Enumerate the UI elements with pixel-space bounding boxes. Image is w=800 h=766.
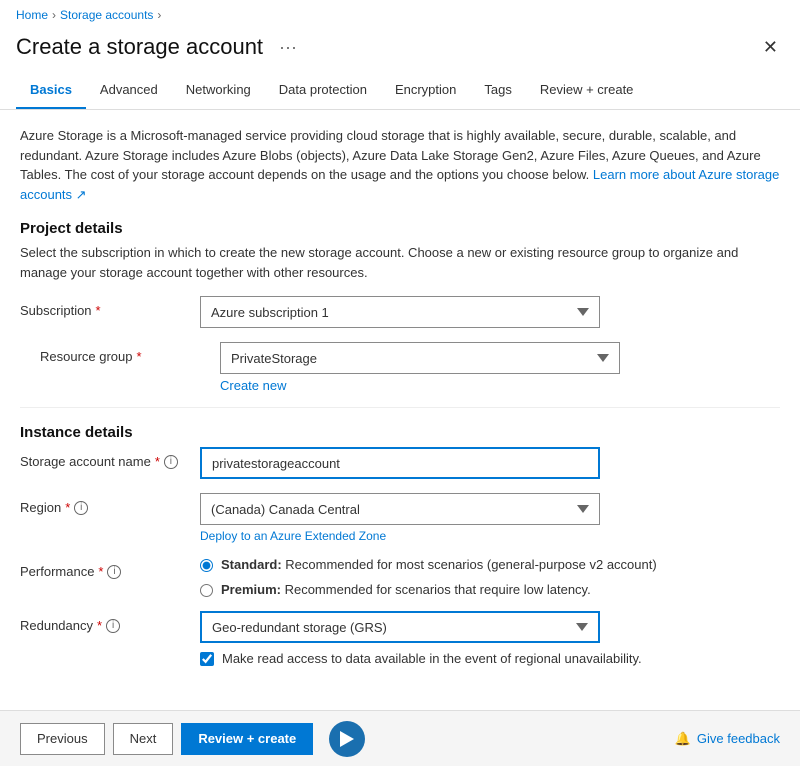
performance-row: Performance * i Standard: Recommended fo… xyxy=(20,557,780,597)
feedback-icon: 🔔 xyxy=(675,731,691,747)
review-create-button[interactable]: Review + create xyxy=(181,723,313,755)
breadcrumb-sep2: › xyxy=(157,8,161,22)
deploy-link[interactable]: Deploy to an Azure Extended Zone xyxy=(200,529,780,543)
tab-review-create[interactable]: Review + create xyxy=(526,72,648,109)
page-title: Create a storage account xyxy=(16,34,263,60)
breadcrumb: Home › Storage accounts › xyxy=(0,0,800,30)
region-row: Region * i (Canada) Canada Central Deplo… xyxy=(20,493,780,543)
region-select[interactable]: (Canada) Canada Central xyxy=(200,493,600,525)
tab-bar: Basics Advanced Networking Data protecti… xyxy=(0,72,800,110)
close-button[interactable]: ✕ xyxy=(757,35,784,60)
resource-group-row: Resource group * PrivateStorage Create n… xyxy=(40,342,780,393)
region-control: (Canada) Canada Central Deploy to an Azu… xyxy=(200,493,780,543)
read-access-label: Make read access to data available in th… xyxy=(222,651,642,666)
main-content: Azure Storage is a Microsoft-managed ser… xyxy=(0,110,800,696)
instance-details-section: Instance details Storage account name * … xyxy=(20,424,780,666)
redundancy-control: Geo-redundant storage (GRS) Locally-redu… xyxy=(200,611,780,666)
tab-data-protection[interactable]: Data protection xyxy=(265,72,381,109)
breadcrumb-home[interactable]: Home xyxy=(16,8,48,22)
tab-encryption[interactable]: Encryption xyxy=(381,72,470,109)
redundancy-row: Redundancy * i Geo-redundant storage (GR… xyxy=(20,611,780,666)
create-new-link[interactable]: Create new xyxy=(220,378,780,393)
page-header: Create a storage account ··· ✕ xyxy=(0,30,800,72)
subscription-select[interactable]: Azure subscription 1 xyxy=(200,296,600,328)
read-access-checkbox-row[interactable]: Make read access to data available in th… xyxy=(200,651,780,666)
storage-name-info-icon: i xyxy=(164,455,178,469)
performance-standard-option[interactable]: Standard: Recommended for most scenarios… xyxy=(200,557,780,572)
next-button[interactable]: Next xyxy=(113,723,174,755)
feedback-label: Give feedback xyxy=(697,731,780,746)
subscription-control: Azure subscription 1 xyxy=(200,296,780,328)
resource-group-control: PrivateStorage Create new xyxy=(220,342,780,393)
region-label: Region * i xyxy=(20,493,200,515)
performance-control: Standard: Recommended for most scenarios… xyxy=(200,557,780,597)
storage-name-label: Storage account name * i xyxy=(20,447,200,469)
ellipsis-button[interactable]: ··· xyxy=(273,35,303,60)
tab-advanced[interactable]: Advanced xyxy=(86,72,172,109)
breadcrumb-sep1: › xyxy=(52,8,56,22)
previous-button[interactable]: Previous xyxy=(20,723,105,755)
tab-networking[interactable]: Networking xyxy=(172,72,265,109)
intro-text: Azure Storage is a Microsoft-managed ser… xyxy=(20,126,780,204)
performance-premium-radio[interactable] xyxy=(200,584,213,597)
tab-tags[interactable]: Tags xyxy=(470,72,525,109)
storage-name-row: Storage account name * i xyxy=(20,447,780,479)
subscription-row: Subscription * Azure subscription 1 xyxy=(20,296,780,328)
divider xyxy=(20,407,780,408)
subscription-label: Subscription * xyxy=(20,296,200,318)
performance-radio-group: Standard: Recommended for most scenarios… xyxy=(200,557,780,597)
storage-name-control xyxy=(200,447,780,479)
performance-info-icon: i xyxy=(107,565,121,579)
read-access-checkbox[interactable] xyxy=(200,652,214,666)
resource-group-select[interactable]: PrivateStorage xyxy=(220,342,620,374)
arrow-indicator xyxy=(329,721,365,757)
project-details-section: Project details Select the subscription … xyxy=(20,220,780,393)
redundancy-info-icon: i xyxy=(106,619,120,633)
project-details-title: Project details xyxy=(20,220,780,237)
performance-standard-radio[interactable] xyxy=(200,559,213,572)
footer: Previous Next Review + create 🔔 Give fee… xyxy=(0,710,800,766)
feedback-button[interactable]: 🔔 Give feedback xyxy=(675,731,780,747)
resource-group-label: Resource group * xyxy=(40,342,220,364)
storage-name-input[interactable] xyxy=(200,447,600,479)
region-info-icon: i xyxy=(74,501,88,515)
redundancy-label: Redundancy * i xyxy=(20,611,200,633)
tab-basics[interactable]: Basics xyxy=(16,72,86,109)
redundancy-select[interactable]: Geo-redundant storage (GRS) Locally-redu… xyxy=(200,611,600,643)
instance-details-title: Instance details xyxy=(20,424,780,441)
performance-label: Performance * i xyxy=(20,557,200,579)
project-details-desc: Select the subscription in which to crea… xyxy=(20,243,780,282)
breadcrumb-storage-accounts[interactable]: Storage accounts xyxy=(60,8,153,22)
performance-premium-option[interactable]: Premium: Recommended for scenarios that … xyxy=(200,582,780,597)
